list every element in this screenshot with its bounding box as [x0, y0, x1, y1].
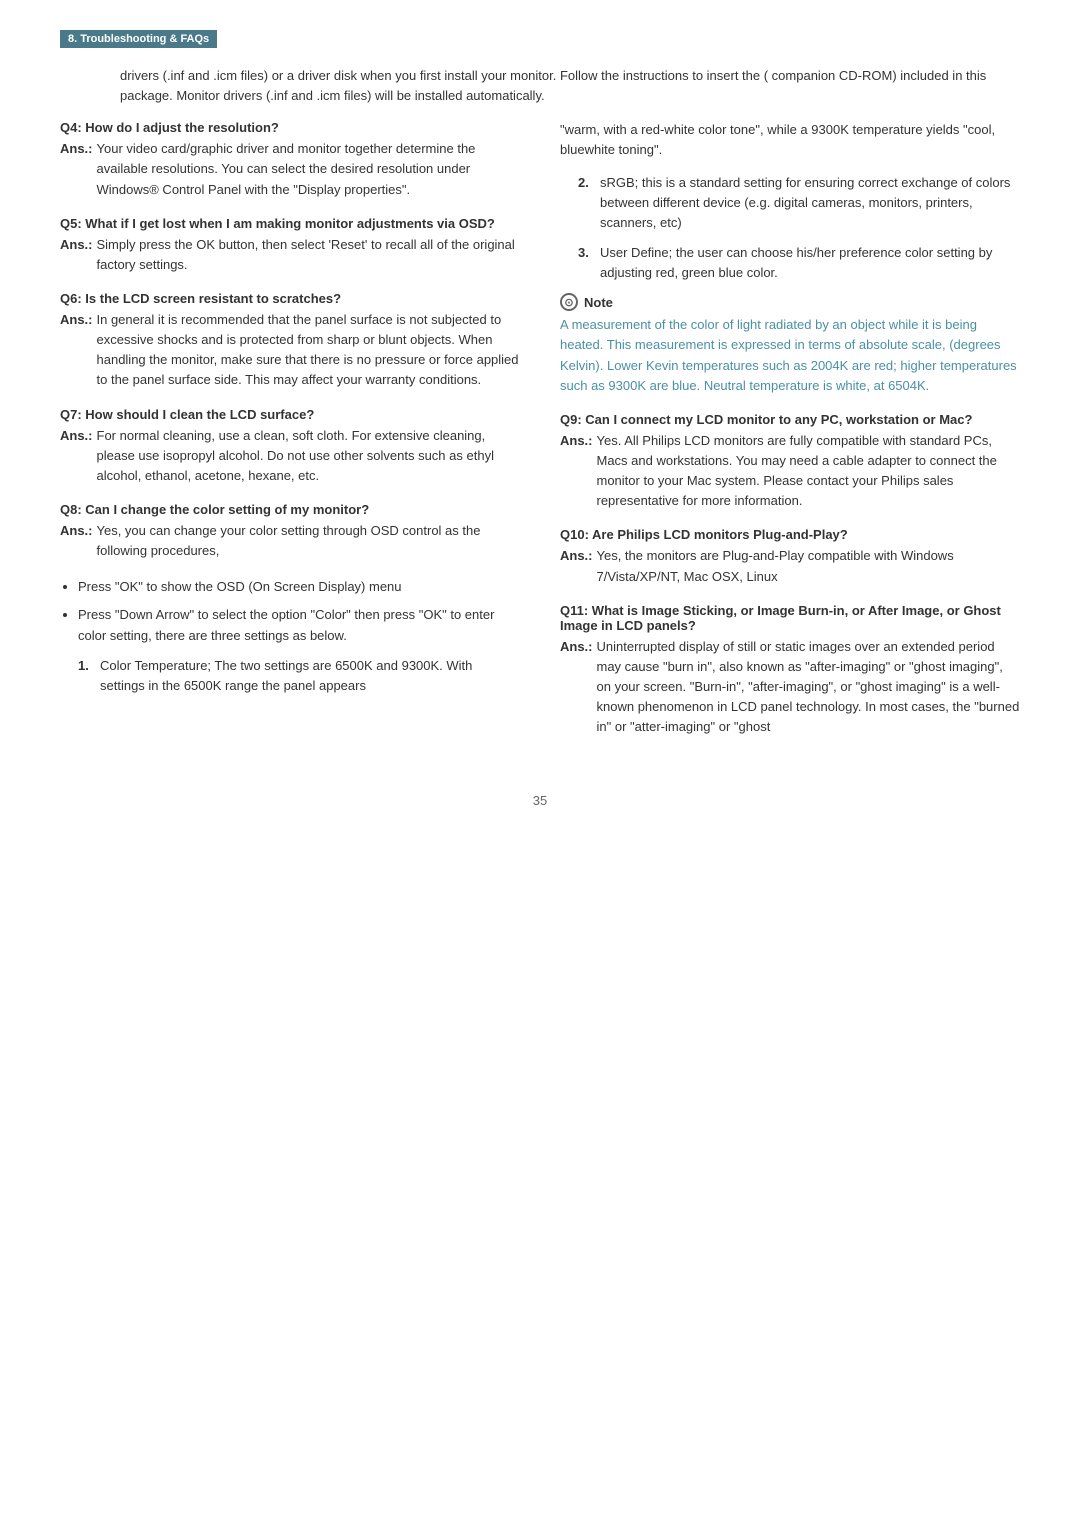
- page-container: 8. Troubleshooting & FAQs drivers (.inf …: [0, 0, 1080, 1526]
- bullet-item-2: Press "Down Arrow" to select the option …: [78, 605, 520, 645]
- numbered-list-right: 2. sRGB; this is a standard setting for …: [578, 173, 1020, 284]
- q8-block: Q8: Can I change the color setting of my…: [60, 502, 520, 561]
- page-number: 35: [60, 793, 1020, 808]
- numbered-list-left: 1. Color Temperature; The two settings a…: [78, 656, 520, 696]
- q9-block: Q9: Can I connect my LCD monitor to any …: [560, 412, 1020, 512]
- q5-question: Q5: What if I get lost when I am making …: [60, 216, 520, 231]
- q6-block: Q6: Is the LCD screen resistant to scrat…: [60, 291, 520, 391]
- numbered-item-2: 2. sRGB; this is a standard setting for …: [578, 173, 1020, 233]
- q4-answer: Ans.: Your video card/graphic driver and…: [60, 139, 520, 199]
- q7-question: Q7: How should I clean the LCD surface?: [60, 407, 520, 422]
- q11-question: Q11: What is Image Sticking, or Image Bu…: [560, 603, 1020, 633]
- right-column: "warm, with a red-white color tone", whi…: [560, 120, 1020, 753]
- left-column: Q4: How do I adjust the resolution? Ans.…: [60, 120, 520, 753]
- q10-answer: Ans.: Yes, the monitors are Plug-and-Pla…: [560, 546, 1020, 586]
- q11-block: Q11: What is Image Sticking, or Image Bu…: [560, 603, 1020, 738]
- note-title: ⊙ Note: [560, 293, 1020, 311]
- q5-block: Q5: What if I get lost when I am making …: [60, 216, 520, 275]
- q6-answer: Ans.: In general it is recommended that …: [60, 310, 520, 391]
- q11-answer: Ans.: Uninterrupted display of still or …: [560, 637, 1020, 738]
- right-intro: "warm, with a red-white color tone", whi…: [560, 120, 1020, 160]
- q6-question: Q6: Is the LCD screen resistant to scrat…: [60, 291, 520, 306]
- q10-question: Q10: Are Philips LCD monitors Plug-and-P…: [560, 527, 1020, 542]
- intro-text: drivers (.inf and .icm files) or a drive…: [120, 66, 1020, 106]
- q4-block: Q4: How do I adjust the resolution? Ans.…: [60, 120, 520, 199]
- q5-answer: Ans.: Simply press the OK button, then s…: [60, 235, 520, 275]
- two-column-layout: Q4: How do I adjust the resolution? Ans.…: [60, 120, 1020, 753]
- q9-answer: Ans.: Yes. All Philips LCD monitors are …: [560, 431, 1020, 512]
- q10-block: Q10: Are Philips LCD monitors Plug-and-P…: [560, 527, 1020, 586]
- note-box: ⊙ Note A measurement of the color of lig…: [560, 293, 1020, 396]
- note-icon: ⊙: [560, 293, 578, 311]
- bullet-list: Press "OK" to show the OSD (On Screen Di…: [78, 577, 520, 645]
- numbered-item-3: 3. User Define; the user can choose his/…: [578, 243, 1020, 283]
- q9-question: Q9: Can I connect my LCD monitor to any …: [560, 412, 1020, 427]
- q7-answer: Ans.: For normal cleaning, use a clean, …: [60, 426, 520, 486]
- q4-question: Q4: How do I adjust the resolution?: [60, 120, 520, 135]
- note-text: A measurement of the color of light radi…: [560, 315, 1020, 396]
- q8-question: Q8: Can I change the color setting of my…: [60, 502, 520, 517]
- q8-answer: Ans.: Yes, you can change your color set…: [60, 521, 520, 561]
- q7-block: Q7: How should I clean the LCD surface? …: [60, 407, 520, 486]
- numbered-item-1: 1. Color Temperature; The two settings a…: [78, 656, 520, 696]
- section-header: 8. Troubleshooting & FAQs: [60, 30, 1020, 66]
- bullet-item-1: Press "OK" to show the OSD (On Screen Di…: [78, 577, 520, 597]
